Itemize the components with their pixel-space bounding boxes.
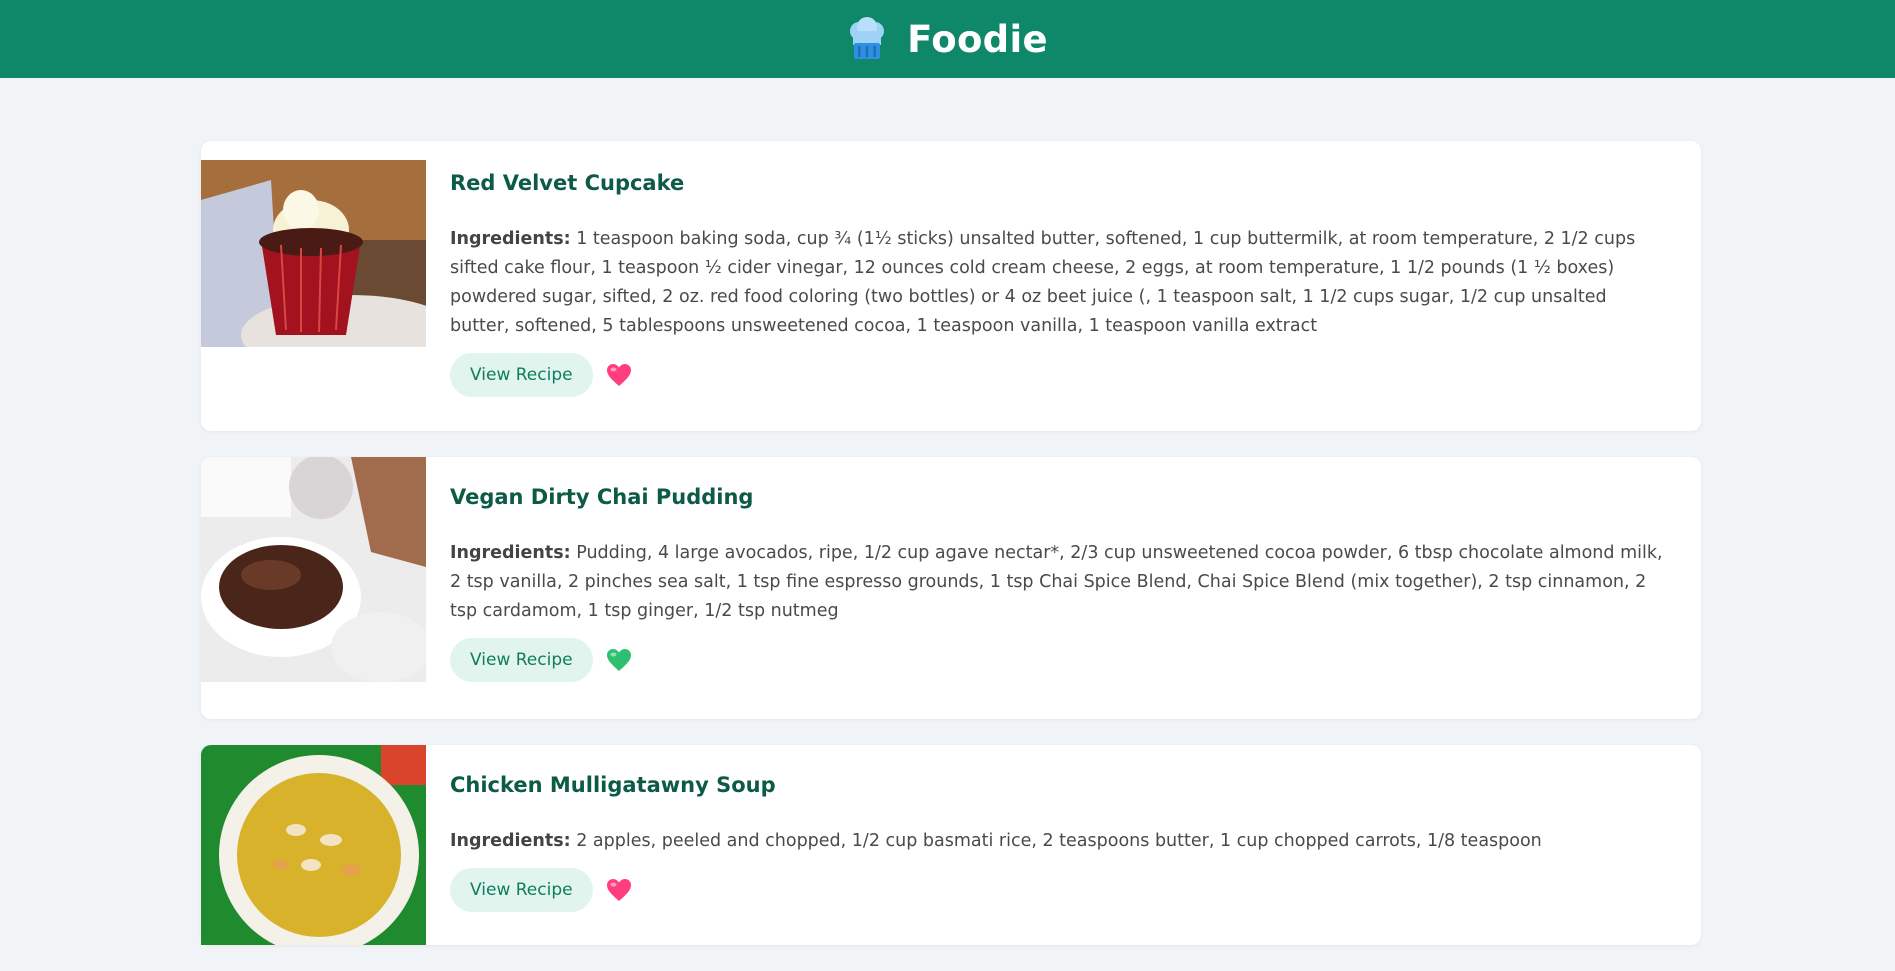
- recipe-ingredients: Ingredients: 2 apples, peeled and choppe…: [450, 827, 1663, 856]
- heart-green-icon[interactable]: [605, 647, 633, 673]
- recipe-ingredients: Ingredients: 1 teaspoon baking soda, cup…: [450, 225, 1663, 341]
- ingredients-text: 2 apples, peeled and chopped, 1/2 cup ba…: [576, 831, 1542, 851]
- recipe-ingredients: Ingredients: Pudding, 4 large avocados, …: [450, 539, 1663, 626]
- heart-pink-icon[interactable]: [605, 877, 633, 903]
- recipe-title[interactable]: Vegan Dirty Chai Pudding: [450, 483, 1663, 511]
- ingredients-label: Ingredients:: [450, 543, 571, 563]
- recipe-image[interactable]: [201, 745, 426, 945]
- ingredients-text: Pudding, 4 large avocados, ripe, 1/2 cup…: [450, 543, 1663, 621]
- ingredients-label: Ingredients:: [450, 229, 571, 249]
- recipe-card: Vegan Dirty Chai Pudding Ingredients: Pu…: [201, 457, 1701, 719]
- recipe-title[interactable]: Chicken Mulligatawny Soup: [450, 771, 1663, 799]
- ingredients-text: 1 teaspoon baking soda, cup ¾ (1½ sticks…: [450, 229, 1636, 336]
- recipe-feed: Red Velvet Cupcake Ingredients: 1 teaspo…: [201, 141, 1701, 971]
- chef-hat-icon: [850, 17, 885, 59]
- recipe-image[interactable]: [201, 457, 426, 682]
- view-recipe-button[interactable]: View Recipe: [450, 353, 593, 397]
- brand[interactable]: Foodie: [847, 17, 1048, 61]
- app-title: Foodie: [907, 17, 1048, 61]
- recipe-image[interactable]: [201, 160, 426, 347]
- recipe-card: Chicken Mulligatawny Soup Ingredients: 2…: [201, 745, 1701, 945]
- view-recipe-button[interactable]: View Recipe: [450, 868, 593, 912]
- view-recipe-button[interactable]: View Recipe: [450, 638, 593, 682]
- ingredients-label: Ingredients:: [450, 831, 571, 851]
- recipe-card: Red Velvet Cupcake Ingredients: 1 teaspo…: [201, 141, 1701, 431]
- recipe-title[interactable]: Red Velvet Cupcake: [450, 169, 1663, 197]
- heart-pink-icon[interactable]: [605, 362, 633, 388]
- app-header: Foodie: [0, 0, 1895, 78]
